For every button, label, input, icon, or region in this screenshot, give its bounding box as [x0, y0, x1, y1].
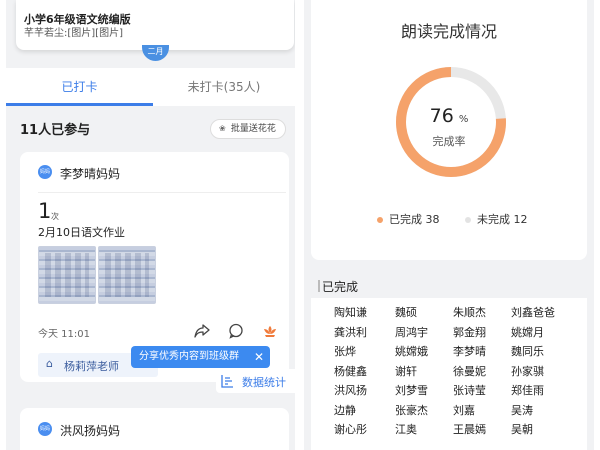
completion-rate-label: 完成率	[432, 135, 466, 148]
tab-checked-in[interactable]: 已打卡	[6, 68, 153, 106]
share-icon[interactable]	[194, 323, 210, 339]
stats-icon	[220, 374, 234, 391]
batch-send-flowers-label: 批量送花花	[230, 124, 276, 134]
completed-student-name[interactable]: 刘嘉	[453, 402, 475, 418]
legend-completed: 已完成 38	[377, 211, 440, 227]
document-card[interactable]: 小学6年级语文统编版 芊芊若尘:[图片][图片]	[16, 0, 294, 50]
comment-icon[interactable]	[228, 323, 244, 339]
completed-student-name[interactable]: 姚嫦月	[511, 324, 544, 340]
completed-student-name[interactable]: 孙家骐	[511, 363, 544, 379]
legend-incomplete: 未完成 12	[465, 211, 528, 227]
completed-student-name[interactable]: 魏硕	[395, 304, 417, 320]
teacher-name: 杨莉萍老师	[64, 360, 119, 373]
right-panel: 朗读完成情况 76% 完成率 已完成 38 未完成 12 已完成 陶知谦 魏硕 朱顺…	[304, 0, 594, 450]
legend-dot-completed	[377, 217, 383, 223]
completed-student-name[interactable]: 张烨	[334, 343, 356, 359]
parent-badge: 妈妈	[38, 422, 52, 436]
completed-student-name[interactable]: 江奥	[395, 421, 417, 437]
completion-title: 朗读完成情况	[400, 22, 497, 41]
entry-author-name[interactable]: 李梦晴妈妈	[60, 165, 120, 182]
completed-student-name[interactable]: 李梦晴	[453, 343, 486, 359]
checkin-entry-card[interactable]: 妈妈 洪风扬妈妈	[20, 408, 289, 450]
completed-student-name[interactable]: 边静	[334, 402, 356, 418]
completed-student-name[interactable]: 吴朝	[511, 421, 533, 437]
completed-student-name[interactable]: 洪风扬	[334, 382, 367, 398]
reading-completion-card: 朗读完成情况 76% 完成率 已完成 38 未完成 12	[311, 0, 587, 260]
parent-badge: 妈妈	[38, 165, 52, 179]
teacher-icon: ⌂	[46, 357, 53, 370]
completed-student-name[interactable]: 郑佳雨	[511, 382, 544, 398]
completed-student-name[interactable]: 姚嫦娥	[395, 343, 428, 359]
legend-label-completed: 已完成 38	[389, 213, 440, 226]
completed-student-name[interactable]: 魏同乐	[511, 343, 544, 359]
batch-send-flowers-button[interactable]: ❀ 批量送花花	[210, 119, 286, 139]
completed-student-name[interactable]: 谢轩	[395, 363, 417, 379]
divider	[38, 192, 286, 193]
completed-names-grid: 陶知谦 魏硕 朱顺杰 刘鑫爸爸龚洪利 周鸿宇 郭金翔 姚嫦月张烨 姚嫦娥 李梦晴 魏同乐杨健鑫 谢轩…	[311, 298, 587, 450]
completed-student-name[interactable]: 龚洪利	[334, 324, 367, 340]
completed-student-name[interactable]: 王晨嫣	[453, 421, 486, 437]
completion-percent-value: 76	[429, 105, 454, 127]
share-tooltip[interactable]: 分享优秀内容到班级群 ✕	[131, 346, 270, 368]
completed-student-name[interactable]: 周鸿宇	[395, 324, 428, 340]
percent-sign: %	[458, 114, 469, 125]
completed-student-name[interactable]: 张诗莹	[453, 382, 486, 398]
legend-label-incomplete: 未完成 12	[477, 213, 528, 226]
entry-timestamp: 今天 11:01	[38, 329, 90, 340]
month-pill[interactable]: 二月	[142, 45, 169, 61]
checkin-count: 1	[38, 199, 52, 223]
completed-student-name[interactable]: 吴涛	[511, 402, 533, 418]
document-subtitle: 芊芊若尘:[图片][图片]	[24, 28, 123, 39]
homework-photo-2[interactable]	[98, 246, 156, 304]
completion-percent: 76%	[311, 105, 587, 127]
participants-header: 11人已参与 ❀ 批量送花花	[6, 106, 295, 150]
tab-not-checked-in[interactable]: 未打卡(35人)	[153, 68, 295, 106]
completed-student-name[interactable]: 朱顺杰	[453, 304, 486, 320]
gift-icon: ❀	[219, 124, 226, 133]
flower-icon[interactable]	[262, 323, 278, 339]
completed-student-name[interactable]: 刘鑫爸爸	[511, 304, 555, 320]
tab-bar: 已打卡 未打卡(35人)	[6, 68, 295, 106]
data-stats-label: 数据统计	[242, 376, 286, 389]
completed-section-title: 已完成	[317, 280, 359, 294]
completed-student-name[interactable]: 谢心彤	[334, 421, 367, 437]
data-stats-button[interactable]: 数据统计	[216, 369, 295, 393]
left-panel: 小学6年级语文统编版 芊芊若尘:[图片][图片] 二月 已打卡 未打卡(35人)…	[6, 0, 295, 450]
completed-student-name[interactable]: 徐曼妮	[453, 363, 486, 379]
homework-photo-1[interactable]	[38, 246, 96, 304]
share-tooltip-text: 分享优秀内容到班级群	[139, 351, 239, 362]
participants-count-title: 11人已参与	[20, 123, 91, 138]
checkin-count-unit: 次	[51, 212, 59, 221]
completed-student-name[interactable]: 陶知谦	[334, 304, 367, 320]
legend-dot-incomplete	[465, 217, 471, 223]
homework-title: 2月10日语文作业	[38, 226, 125, 239]
completed-student-name[interactable]: 张豪杰	[395, 402, 428, 418]
entry-author-name[interactable]: 洪风扬妈妈	[60, 422, 120, 439]
close-icon[interactable]: ✕	[254, 346, 264, 368]
document-title: 小学6年级语文统编版	[24, 13, 131, 26]
completed-student-name[interactable]: 刘梦雪	[395, 382, 428, 398]
completed-student-name[interactable]: 杨健鑫	[334, 363, 367, 379]
completed-student-name[interactable]: 郭金翔	[453, 324, 486, 340]
